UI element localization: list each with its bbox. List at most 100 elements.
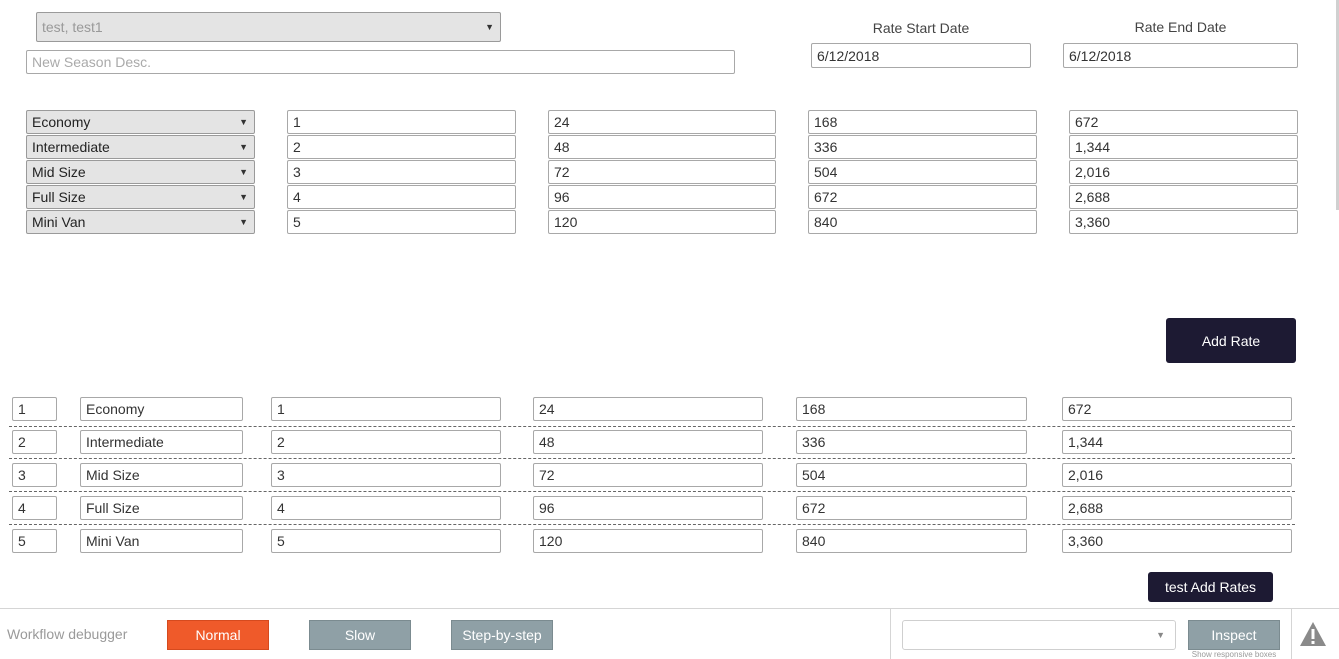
car-class-value: Mini Van [32, 214, 86, 230]
rate-value: 2,688 [1068, 500, 1104, 516]
rate-value: 2 [293, 139, 301, 155]
car-class-field[interactable]: Mid Size [80, 463, 243, 487]
rate-field[interactable]: 672 [796, 496, 1027, 520]
row-id-value: 5 [18, 533, 26, 549]
rate-input[interactable]: 2 [287, 135, 516, 159]
element-select[interactable]: ▼ [902, 620, 1176, 650]
rate-field[interactable]: 336 [796, 430, 1027, 454]
rate-end-date-input[interactable]: 6/12/2018 [1063, 43, 1298, 68]
rate-value: 840 [814, 214, 838, 230]
rate-input[interactable]: 4 [287, 185, 516, 209]
rate-field[interactable]: 24 [533, 397, 763, 421]
rate-field[interactable]: 96 [533, 496, 763, 520]
rate-input[interactable]: 504 [808, 160, 1037, 184]
rate-value: 672 [1075, 114, 1099, 130]
rate-value: 2,688 [1075, 189, 1111, 205]
rate-field[interactable]: 3,360 [1062, 529, 1292, 553]
rate-field[interactable]: 120 [533, 529, 763, 553]
rate-field[interactable]: 5 [271, 529, 501, 553]
inspect-button[interactable]: Inspect [1188, 620, 1280, 650]
rate-value: 96 [539, 500, 555, 516]
rate-field[interactable]: 840 [796, 529, 1027, 553]
rate-input[interactable]: 168 [808, 110, 1037, 134]
rate-input[interactable]: 48 [548, 135, 776, 159]
car-class-field[interactable]: Intermediate [80, 430, 243, 454]
rate-input[interactable]: 672 [1069, 110, 1298, 134]
car-class-value: Full Size [86, 500, 140, 516]
rate-value: 5 [293, 214, 301, 230]
car-class-field[interactable]: Full Size [80, 496, 243, 520]
row-id-field[interactable]: 5 [12, 529, 57, 553]
rate-value: 24 [554, 114, 570, 130]
rate-input[interactable]: 3 [287, 160, 516, 184]
workflow-debugger-bar: Workflow debugger Normal Slow Step-by-st… [0, 608, 1339, 659]
rate-field[interactable]: 672 [1062, 397, 1292, 421]
row-id-value: 1 [18, 401, 26, 417]
car-class-select[interactable]: Intermediate ▼ [26, 135, 255, 159]
rate-input[interactable]: 1 [287, 110, 516, 134]
rate-value: 168 [814, 114, 838, 130]
rate-input[interactable]: 1,344 [1069, 135, 1298, 159]
slow-speed-button[interactable]: Slow [309, 620, 411, 650]
test-add-rates-button[interactable]: test Add Rates [1148, 572, 1273, 602]
car-class-select[interactable]: Full Size ▼ [26, 185, 255, 209]
car-class-select[interactable]: Mid Size ▼ [26, 160, 255, 184]
rate-value: 72 [539, 467, 555, 483]
rate-value: 504 [802, 467, 826, 483]
rate-field[interactable]: 3 [271, 463, 501, 487]
rate-value: 1,344 [1075, 139, 1111, 155]
rate-input[interactable]: 96 [548, 185, 776, 209]
rate-field[interactable]: 1,344 [1062, 430, 1292, 454]
rate-value: 1 [293, 114, 301, 130]
rate-field[interactable]: 2,688 [1062, 496, 1292, 520]
rate-value: 504 [814, 164, 838, 180]
rate-field[interactable]: 504 [796, 463, 1027, 487]
rate-input[interactable]: 3,360 [1069, 210, 1298, 234]
car-class-value: Intermediate [86, 434, 164, 450]
rate-input[interactable]: 672 [808, 185, 1037, 209]
row-id-value: 3 [18, 467, 26, 483]
row-id-field[interactable]: 1 [12, 397, 57, 421]
rate-field[interactable]: 2,016 [1062, 463, 1292, 487]
rate-input[interactable]: 336 [808, 135, 1037, 159]
rate-field[interactable]: 4 [271, 496, 501, 520]
rate-input[interactable]: 72 [548, 160, 776, 184]
rate-field[interactable]: 72 [533, 463, 763, 487]
season-desc-input[interactable]: New Season Desc. [26, 50, 735, 74]
rate-field[interactable]: 2 [271, 430, 501, 454]
car-class-select[interactable]: Mini Van ▼ [26, 210, 255, 234]
rate-value: 96 [554, 189, 570, 205]
rate-value: 120 [554, 214, 578, 230]
row-id-field[interactable]: 2 [12, 430, 57, 454]
normal-speed-button[interactable]: Normal [167, 620, 269, 650]
rate-value: 672 [802, 500, 826, 516]
rate-input[interactable]: 840 [808, 210, 1037, 234]
rate-input[interactable]: 2,688 [1069, 185, 1298, 209]
user-select[interactable]: test, test1 ▼ [36, 12, 501, 42]
rate-input[interactable]: 120 [548, 210, 776, 234]
rate-field[interactable]: 168 [796, 397, 1027, 421]
car-class-value: Mid Size [86, 467, 140, 483]
chevron-down-icon: ▼ [485, 22, 494, 32]
rate-input[interactable]: 24 [548, 110, 776, 134]
rate-value: 3,360 [1075, 214, 1111, 230]
rate-value: 24 [539, 401, 555, 417]
rate-input[interactable]: 2,016 [1069, 160, 1298, 184]
row-divider [9, 458, 1295, 459]
rate-field[interactable]: 48 [533, 430, 763, 454]
car-class-field[interactable]: Mini Van [80, 529, 243, 553]
row-id-field[interactable]: 3 [12, 463, 57, 487]
row-id-field[interactable]: 4 [12, 496, 57, 520]
rate-value: 72 [554, 164, 570, 180]
rate-start-date-input[interactable]: 6/12/2018 [811, 43, 1031, 68]
car-class-field[interactable]: Economy [80, 397, 243, 421]
step-by-step-button[interactable]: Step-by-step [451, 620, 553, 650]
row-divider [9, 491, 1295, 492]
warning-icon[interactable] [1299, 621, 1327, 647]
chevron-down-icon: ▼ [239, 192, 248, 202]
car-class-select[interactable]: Economy ▼ [26, 110, 255, 134]
rate-field[interactable]: 1 [271, 397, 501, 421]
rate-input[interactable]: 5 [287, 210, 516, 234]
add-rate-button[interactable]: Add Rate [1166, 318, 1296, 363]
car-class-value: Full Size [32, 189, 86, 205]
